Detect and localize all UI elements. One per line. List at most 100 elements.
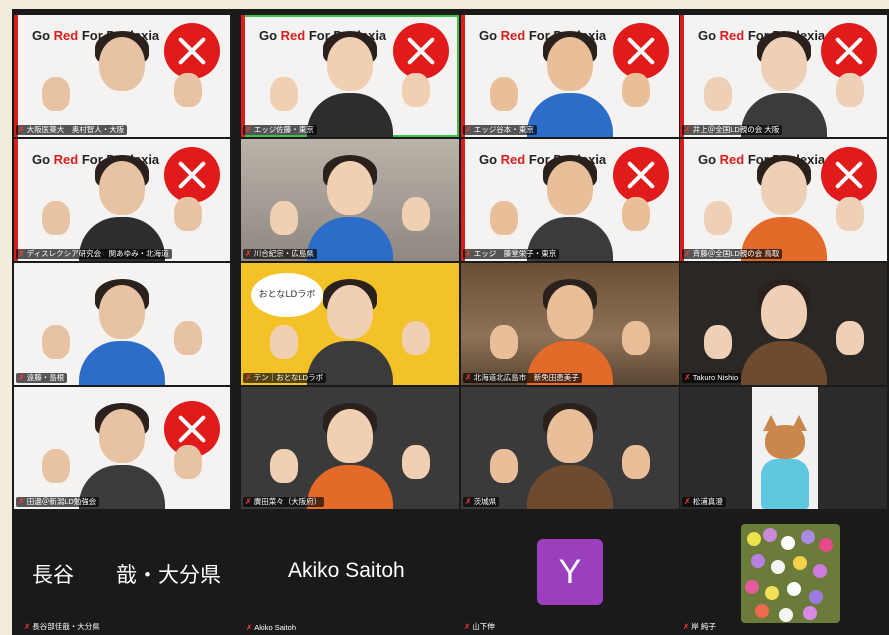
participant-video-tile[interactable]: Go Red For Dyslexia✗大阪医薬大 奥村智人・大阪 [14, 15, 230, 137]
mic-muted-icon: ✗ [464, 622, 471, 631]
participant-name-label: ✗ 岸 純子 [683, 622, 716, 631]
waving-hand-icon [490, 77, 518, 111]
waving-hand-icon [402, 73, 430, 107]
participant-video [515, 151, 625, 261]
participant-name-label: ✗ ディスレクシア研究会 関あゆみ・北海道 [16, 249, 172, 259]
brand-stripe [14, 139, 18, 261]
participant-video [67, 27, 177, 137]
mic-muted-icon: ✗ [246, 623, 253, 632]
participant-video-tile[interactable]: Go Red For Dyslexia✗エッジ谷本・東京 [461, 15, 679, 137]
waving-hand-icon [622, 445, 650, 479]
waving-hand-icon [174, 321, 202, 355]
waving-hand-icon [835, 197, 864, 231]
participant-video-tile[interactable]: ✗ 廣田菜々（大阪府） [241, 387, 459, 509]
participant-name-label: ✗ 松浦真澄 [682, 497, 726, 507]
participant-video [67, 399, 177, 509]
waving-hand-icon [402, 445, 430, 479]
waving-hand-icon [42, 201, 70, 235]
mic-muted-icon: ✗ [245, 373, 252, 382]
participant-display-name: 長谷 戠・大分県 [32, 564, 221, 587]
participant-name-label: ✗ エッジ谷本・東京 [463, 125, 537, 135]
participant-video-tile[interactable]: Go Red For Dyslexia✗井上＠全国LD親の会 大阪 [680, 15, 887, 137]
participant-video [515, 275, 625, 385]
participant-name-label: ✗ エッジ 藤堂栄子・東京 [463, 249, 560, 259]
participant-video-tile[interactable]: ✗ 北海道北広島市 新免田恵美子 [461, 263, 679, 385]
participant-video [515, 27, 625, 137]
brand-stripe [680, 15, 684, 137]
participant-video [295, 275, 405, 385]
participant-name-label: ✗ テン｜おとなLDラボ [243, 373, 327, 383]
participant-video [729, 275, 839, 385]
participant-display-name: Akiko Saitoh [288, 559, 405, 582]
participant-name-label: ✗ Akiko Saitoh [246, 623, 296, 632]
mic-muted-icon: ✗ [245, 497, 252, 506]
participant-video [729, 151, 839, 261]
mic-muted-icon: ✗ [465, 125, 472, 134]
participant-video-tile[interactable]: ✗ 松浦真澄 [680, 387, 887, 509]
participant-video-tile[interactable]: ✗ 茨城県 [461, 387, 679, 509]
mic-muted-icon: ✗ [245, 125, 252, 134]
participant-name-label: ✗ 廣田菜々（大阪府） [243, 497, 325, 507]
waving-hand-icon [490, 325, 518, 359]
participant-video-tile[interactable]: ✗ 田邊＠新潟LD勉強会 [14, 387, 230, 509]
participant-video [729, 27, 839, 137]
participant-avatar: Y [537, 539, 603, 605]
mic-muted-icon: ✗ [245, 249, 252, 258]
participant-name-label: ✗ 井上＠全国LD親の会 大阪 [682, 125, 783, 135]
waving-hand-icon [270, 77, 298, 111]
participant-name-label: ✗ Takuro Nishio [682, 373, 742, 383]
brand-stripe [680, 139, 684, 261]
waving-hand-icon [703, 77, 732, 111]
participant-video-tile[interactable]: Go Red For Dyslexia✗ディスレクシア研究会 関あゆみ・北海道 [14, 139, 230, 261]
brand-stripe [461, 139, 465, 261]
waving-hand-icon [622, 197, 650, 231]
mic-muted-icon: ✗ [18, 497, 25, 506]
mic-muted-icon: ✗ [683, 622, 690, 631]
mic-muted-icon: ✗ [18, 125, 25, 134]
participant-name-label: ✗ 遠藤・島根 [16, 373, 68, 383]
participant-name-label: ✗ 北海道北広島市 新免田恵美子 [463, 373, 582, 383]
waving-hand-icon [835, 73, 864, 107]
waving-hand-icon [402, 197, 430, 231]
participant-video [295, 399, 405, 509]
participant-video [67, 275, 177, 385]
brand-stripe [14, 15, 18, 137]
participant-video-tile[interactable]: ✗ Takuro Nishio [680, 263, 887, 385]
corgi-avatar-icon [761, 415, 809, 509]
waving-hand-icon [703, 201, 732, 235]
brand-stripe [461, 15, 465, 137]
waving-hand-icon [174, 445, 202, 479]
participant-video-tile[interactable]: Go Red For Dyslexia✗エッジ佐藤・東京 [241, 15, 459, 137]
mic-muted-icon: ✗ [684, 125, 691, 134]
waving-hand-icon [835, 321, 864, 355]
participant-video-tile[interactable]: ✗ 川合紀宗・広島県 [241, 139, 459, 261]
participant-video [295, 27, 405, 137]
mic-muted-icon: ✗ [18, 249, 25, 258]
mic-muted-icon: ✗ [465, 373, 472, 382]
waving-hand-icon [703, 325, 732, 359]
waving-hand-icon [42, 449, 70, 483]
participant-name-label: ✗ 斉藤＠全国LD親の会 鳥取 [682, 249, 783, 259]
participant-video-tile[interactable]: Go Red For Dyslexia✗エッジ 藤堂栄子・東京 [461, 139, 679, 261]
participant-video-tile[interactable]: ✗ 遠藤・島根 [14, 263, 230, 385]
waving-hand-icon [42, 325, 70, 359]
waving-hand-icon [490, 201, 518, 235]
waving-hand-icon [270, 325, 298, 359]
avatar-background [752, 387, 818, 509]
waving-hand-icon [174, 73, 202, 107]
participant-profile-photo [741, 524, 840, 623]
participant-video-tile[interactable]: Go Red For Dyslexia✗斉藤＠全国LD親の会 鳥取 [680, 139, 887, 261]
participant-name-label: ✗ エッジ佐藤・東京 [243, 125, 317, 135]
participant-name-label: ✗ 大阪医薬大 奥村智人・大阪 [16, 125, 128, 135]
waving-hand-icon [270, 201, 298, 235]
waving-hand-icon [622, 321, 650, 355]
mic-muted-icon: ✗ [465, 249, 472, 258]
waving-hand-icon [622, 73, 650, 107]
mic-muted-icon: ✗ [24, 622, 31, 631]
waving-hand-icon [270, 449, 298, 483]
participant-video-tile[interactable]: おとなLDラボ ✗ テン｜おとなLDラボ [241, 263, 459, 385]
participant-name-label: ✗ 長谷部佳戠・大分県 [24, 622, 100, 631]
participant-video [67, 151, 177, 261]
waving-hand-icon [42, 77, 70, 111]
mic-muted-icon: ✗ [465, 497, 472, 506]
